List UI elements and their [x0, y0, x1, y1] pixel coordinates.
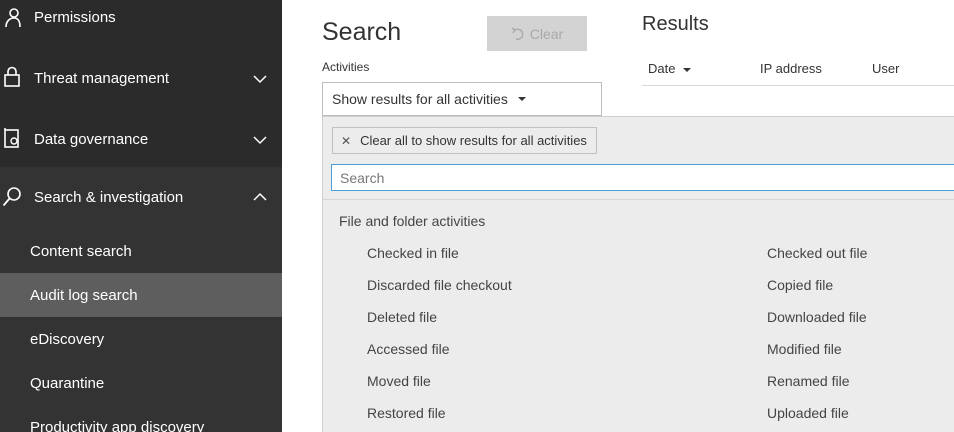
nav-item-threat-management[interactable]: Threat management [0, 48, 282, 109]
nav-label-threat-management: Threat management [34, 70, 170, 87]
group-label: File and folder activities [339, 213, 486, 229]
page-title: Search [322, 18, 402, 46]
sub-item-productivity-app-discovery[interactable]: Productivity app discovery [0, 405, 282, 432]
undo-icon [511, 26, 524, 40]
activity-deleted-file[interactable]: Deleted file [367, 309, 437, 325]
column-header-ip-address[interactable]: IP address [760, 61, 822, 76]
sidebar: Permissions Threat management Data gover… [0, 0, 282, 432]
activity-accessed-file[interactable]: Accessed file [367, 341, 449, 357]
activity-renamed-file[interactable]: Renamed file [767, 373, 850, 389]
column-header-label: User [872, 61, 900, 76]
sub-label: eDiscovery [30, 330, 105, 348]
activities-dropdown-value: Show results for all activities [332, 91, 508, 107]
divider [642, 85, 954, 86]
activity-modified-file[interactable]: Modified file [767, 341, 842, 357]
activity-checked-in-file[interactable]: Checked in file [367, 245, 459, 261]
caret-down-icon [517, 97, 526, 101]
column-header-label: IP address [760, 61, 822, 76]
chevron-down-icon[interactable] [252, 74, 268, 84]
activity-moved-file[interactable]: Moved file [367, 373, 431, 389]
sub-item-audit-log-search[interactable]: Audit log search [0, 273, 282, 317]
sub-item-quarantine[interactable]: Quarantine [0, 361, 282, 405]
sub-label: Quarantine [30, 374, 105, 392]
data-governance-icon [4, 128, 19, 148]
column-header-user[interactable]: User [872, 61, 899, 76]
nav-item-search-investigation[interactable]: Search & investigation [0, 167, 282, 228]
lock-icon [4, 66, 20, 87]
sub-nav: Content search Audit log search eDiscove… [0, 228, 282, 432]
search-icon [2, 187, 21, 207]
column-header-label: Date [648, 61, 676, 76]
permissions-icon [5, 8, 21, 28]
sub-item-ediscovery[interactable]: eDiscovery [0, 317, 282, 361]
activities-panel: ✕ Clear all to show results for all acti… [322, 116, 954, 432]
nav-label-permissions: Permissions [34, 9, 116, 26]
activity-restored-file[interactable]: Restored file [367, 405, 446, 421]
activity-copied-file[interactable]: Copied file [767, 277, 833, 293]
activities-search-input[interactable] [331, 164, 954, 191]
nav-label-search-investigation: Search & investigation [34, 189, 184, 206]
chevron-down-icon[interactable] [252, 135, 268, 145]
activity-discarded-file-checkout[interactable]: Discarded file checkout [367, 277, 512, 293]
chevron-up-icon[interactable] [252, 192, 268, 202]
activities-dropdown[interactable]: Show results for all activities [322, 82, 602, 116]
sort-caret-icon [683, 67, 692, 72]
nav-label-data-governance: Data governance [34, 131, 149, 148]
nav-item-data-governance[interactable]: Data governance [0, 109, 282, 170]
sub-label: Content search [30, 242, 132, 260]
nav-item-permissions[interactable]: Permissions [0, 0, 282, 48]
activity-checked-out-file[interactable]: Checked out file [767, 245, 867, 261]
clear-button[interactable]: Clear [487, 16, 587, 51]
activity-downloaded-file[interactable]: Downloaded file [767, 309, 867, 325]
activities-label: Activities [322, 60, 370, 74]
clear-all-chip[interactable]: ✕ Clear all to show results for all acti… [332, 127, 597, 154]
sub-label: Audit log search [30, 286, 138, 304]
results-title: Results [642, 13, 709, 35]
close-icon[interactable]: ✕ [341, 134, 351, 148]
sub-item-content-search[interactable]: Content search [0, 229, 282, 273]
clear-button-label: Clear [529, 25, 564, 42]
column-header-date[interactable]: Date [648, 61, 692, 76]
sub-label: Productivity app discovery [30, 418, 205, 432]
divider [323, 199, 954, 200]
activity-uploaded-file[interactable]: Uploaded file [767, 405, 849, 421]
clear-all-chip-label: Clear all to show results for all activi… [360, 133, 587, 148]
